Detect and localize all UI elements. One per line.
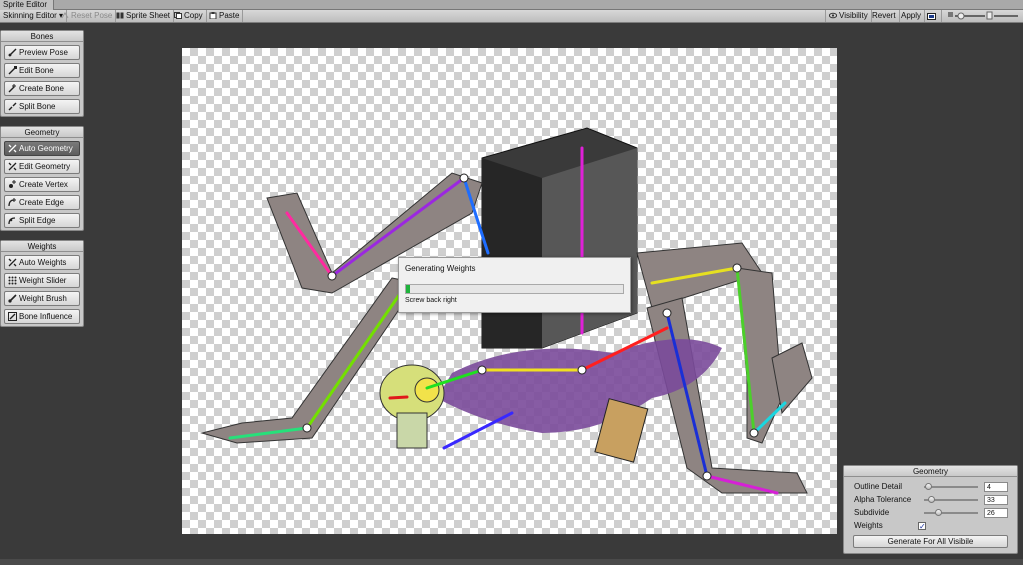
auto-geometry-label: Auto Geometry: [19, 144, 73, 153]
subdivide-slider-thumb[interactable]: [935, 509, 943, 516]
revert-button[interactable]: Revert: [869, 10, 900, 22]
split-edge-button[interactable]: Split Edge: [4, 213, 80, 228]
skinning-editor-label: Skinning Editor ▾: [3, 11, 64, 20]
progress-bar-fill: [406, 285, 411, 293]
editor-bottom-edge: [0, 559, 1023, 565]
toolbar: Skinning Editor ▾ Reset Pose Sprite Shee…: [0, 10, 1023, 23]
weight-brush-button[interactable]: Weight Brush: [4, 291, 80, 306]
split-bone-button[interactable]: Split Bone: [4, 99, 80, 114]
sprite-sheet-label: Sprite Sheet: [126, 11, 171, 20]
weights-row: Weights ✓: [854, 520, 1014, 532]
edit-bone-icon: [8, 66, 17, 75]
outline-detail-slider[interactable]: [924, 483, 978, 490]
reset-pose-icon: [61, 11, 69, 19]
geometry-panel: Geometry Auto Geometry Edit Geometry Cre…: [0, 126, 84, 231]
bone-pose-icon: [8, 48, 17, 57]
edit-geometry-button[interactable]: Edit Geometry: [4, 159, 80, 174]
preview-pose-button[interactable]: Preview Pose: [4, 45, 80, 60]
outline-detail-label: Outline Detail: [854, 482, 903, 491]
progress-bar: [405, 284, 624, 294]
subdivide-slider[interactable]: [924, 509, 978, 516]
auto-weights-label: Auto Weights: [19, 258, 67, 267]
reset-pose-label: Reset Pose: [71, 11, 113, 20]
dialog-title: Generating Weights: [405, 264, 476, 273]
copy-button[interactable]: Copy: [171, 10, 207, 22]
color-toggle-button[interactable]: [924, 10, 942, 22]
split-bone-icon: [8, 102, 17, 111]
split-edge-icon: [8, 216, 17, 225]
bone-influence-icon: [8, 312, 17, 321]
outline-detail-field[interactable]: 4: [984, 482, 1008, 492]
split-bone-label: Split Bone: [19, 102, 56, 111]
paste-icon: [209, 11, 217, 20]
alpha-tolerance-slider-thumb[interactable]: [928, 496, 936, 503]
bones-panel-title: Bones: [1, 31, 83, 42]
preview-pose-label: Preview Pose: [19, 48, 68, 57]
bone-influence-button[interactable]: Bone Influence: [4, 309, 80, 324]
outline-detail-row: Outline Detail 4: [854, 481, 1014, 493]
geometry-settings-panel: Geometry Outline Detail 4 Alpha Toleranc…: [843, 465, 1018, 554]
alpha-tolerance-label: Alpha Tolerance: [854, 495, 912, 504]
skinning-editor-dropdown[interactable]: Skinning Editor ▾: [0, 10, 68, 22]
copy-label: Copy: [184, 11, 203, 20]
apply-button[interactable]: Apply: [898, 10, 926, 22]
weights-panel-title: Weights: [1, 241, 83, 252]
paste-button[interactable]: Paste: [206, 10, 244, 22]
alpha-tolerance-row: Alpha Tolerance 33: [854, 494, 1014, 506]
bone-influence-label: Bone Influence: [19, 312, 73, 321]
auto-weights-button[interactable]: Auto Weights: [4, 255, 80, 270]
create-edge-icon: [8, 198, 17, 207]
window-tab-bar: Sprite Editor: [0, 0, 1023, 10]
visibility-label: Visibility: [839, 11, 868, 20]
edit-geometry-label: Edit Geometry: [19, 162, 71, 171]
outline-detail-slider-thumb[interactable]: [925, 483, 933, 490]
sprite-sheet-icon: [116, 11, 124, 19]
weights-checkbox[interactable]: ✓: [918, 522, 926, 531]
auto-geometry-button[interactable]: Auto Geometry: [4, 141, 80, 156]
sprite-sheet-button[interactable]: Sprite Sheet: [113, 10, 175, 22]
weight-brush-label: Weight Brush: [19, 294, 67, 303]
bones-panel: Bones Preview Pose Edit Bone Create Bone…: [0, 30, 84, 117]
generating-weights-dialog: Generating Weights Screw back right: [398, 257, 631, 313]
subdivide-label: Subdivide: [854, 508, 890, 517]
zoom-slider[interactable]: [944, 10, 1023, 22]
alpha-tolerance-field[interactable]: 33: [984, 495, 1008, 505]
create-bone-button[interactable]: Create Bone: [4, 81, 80, 96]
visibility-button[interactable]: Visibility: [825, 10, 872, 22]
subdivide-row: Subdivide 26: [854, 507, 1014, 519]
auto-weights-icon: [8, 258, 17, 267]
window-tab-sprite-editor[interactable]: Sprite Editor: [0, 0, 54, 10]
weight-slider-label: Weight Slider: [19, 276, 67, 285]
create-vertex-icon: [8, 180, 17, 189]
split-edge-label: Split Edge: [19, 216, 56, 225]
weights-panel: Weights Auto Weights Weight Slider Weigh…: [0, 240, 84, 327]
paste-label: Paste: [219, 11, 240, 20]
edit-geometry-icon: [8, 162, 17, 171]
edit-bone-button[interactable]: Edit Bone: [4, 63, 80, 78]
subdivide-field[interactable]: 26: [984, 508, 1008, 518]
auto-geometry-icon: [8, 144, 17, 153]
weight-slider-button[interactable]: Weight Slider: [4, 273, 80, 288]
create-edge-button[interactable]: Create Edge: [4, 195, 80, 210]
create-vertex-button[interactable]: Create Vertex: [4, 177, 80, 192]
generate-for-all-visible-button[interactable]: Generate For All Visibile: [853, 535, 1008, 548]
geometry-panel-title: Geometry: [1, 127, 83, 138]
alpha-tolerance-slider[interactable]: [924, 496, 978, 503]
weight-slider-icon: [8, 276, 17, 285]
copy-icon: [174, 11, 182, 19]
weights-label: Weights: [854, 521, 883, 530]
create-edge-label: Create Edge: [19, 198, 64, 207]
zoom-slider-track: [948, 11, 1018, 20]
create-vertex-label: Create Vertex: [19, 180, 68, 189]
dialog-status-text: Screw back right: [405, 297, 457, 304]
edit-bone-label: Edit Bone: [19, 66, 54, 75]
reset-pose-button[interactable]: Reset Pose: [58, 10, 117, 22]
eye-icon: [828, 11, 838, 19]
color-swatch-icon: [927, 12, 936, 20]
create-bone-label: Create Bone: [19, 84, 64, 93]
create-bone-icon: [8, 84, 17, 93]
brush-icon: [8, 294, 17, 303]
geometry-settings-title: Geometry: [844, 466, 1017, 477]
